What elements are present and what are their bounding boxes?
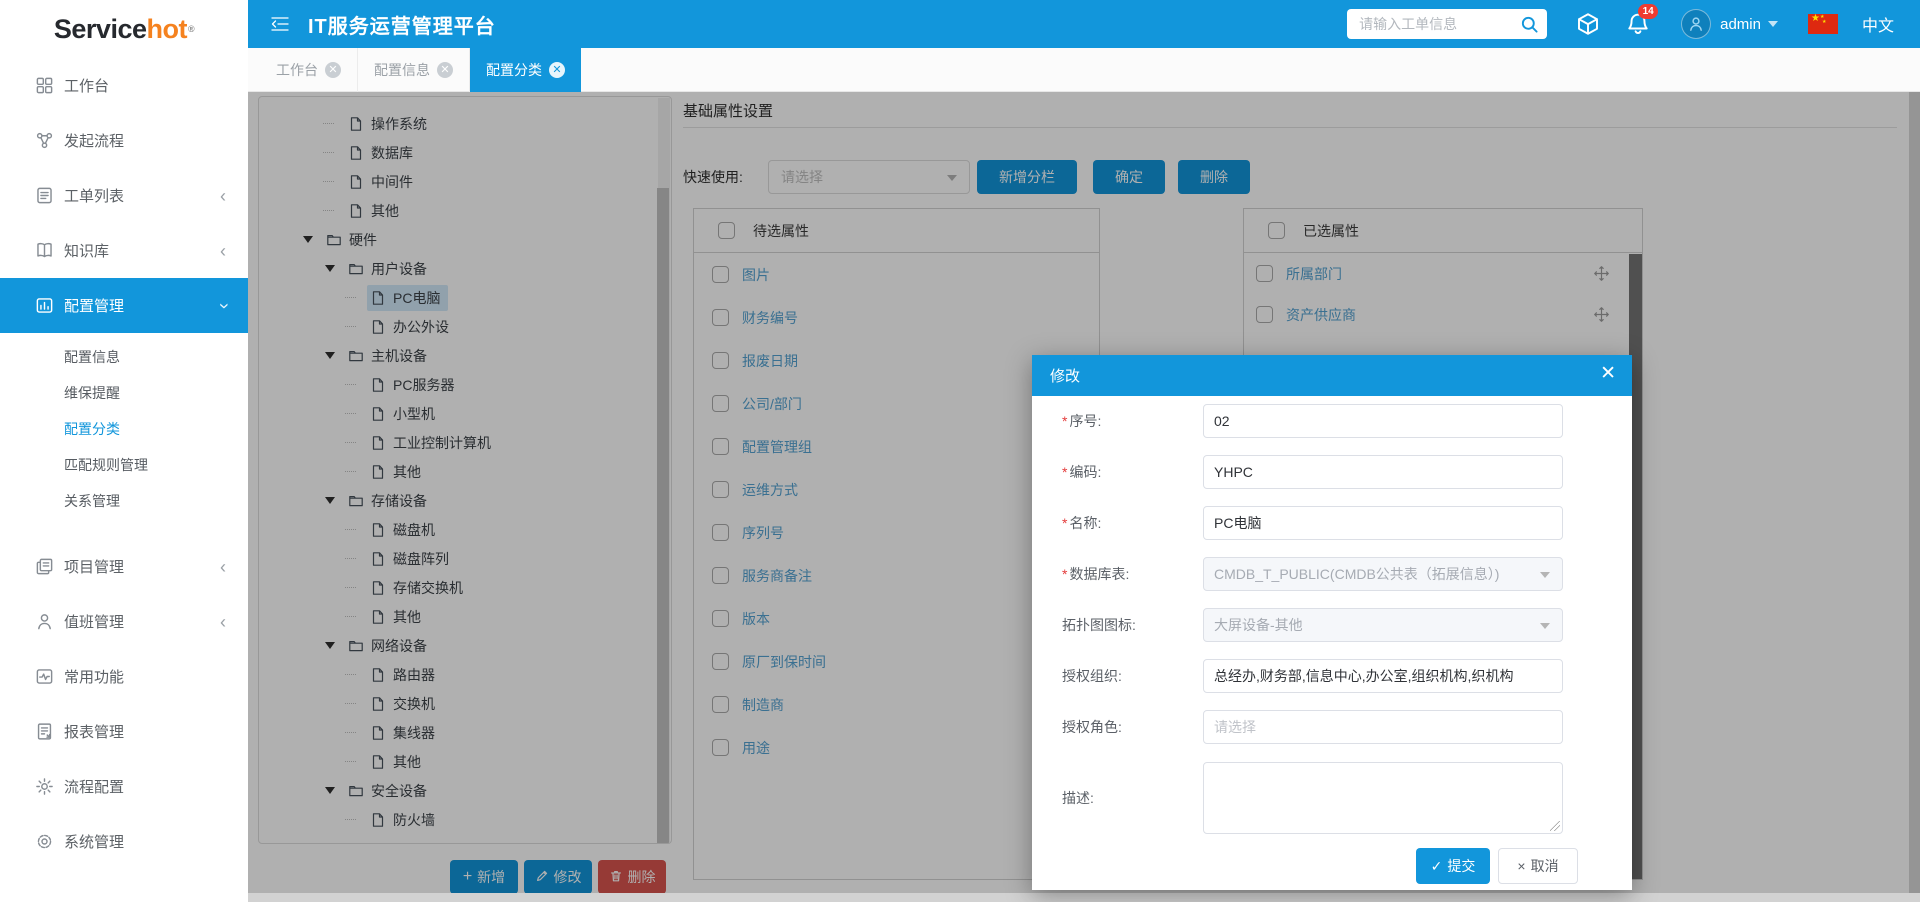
chartbox-icon (34, 296, 54, 316)
stack-icon (34, 557, 54, 577)
window-horizontal-scrollbar[interactable] (248, 893, 1920, 902)
search-icon[interactable] (1520, 15, 1539, 34)
resize-grip-icon[interactable] (1550, 821, 1560, 831)
sidebar-item-config-mgmt[interactable]: 配置管理 ‹ (0, 278, 248, 333)
modal-title: 修改 (1050, 365, 1080, 386)
tab-bar: 工作台 ✕ 配置信息 ✕ 配置分类 ✕ (248, 48, 1920, 92)
field-label: *数据库表: (1062, 557, 1200, 591)
modal-footer: ✓提交 ×取消 (1032, 848, 1632, 884)
modal-header: 修改 (1032, 355, 1632, 396)
collapse-menu-icon[interactable] (268, 12, 292, 36)
auth-org-input[interactable] (1203, 659, 1563, 693)
sidebar-item-config-category[interactable]: 配置分类 (0, 411, 248, 447)
auth-role-input[interactable] (1214, 711, 1552, 743)
topo-icon-select[interactable]: 大屏设备-其他 (1203, 608, 1563, 642)
seq-input[interactable] (1214, 405, 1552, 437)
search-input[interactable] (1359, 16, 1520, 32)
chevron-icon: ‹ (220, 558, 226, 576)
chevron-down-icon (1540, 623, 1550, 629)
registered-mark: ® (188, 24, 194, 34)
sidebar-item-config-info[interactable]: 配置信息 (0, 339, 248, 375)
name-input[interactable] (1203, 506, 1563, 540)
required-star: * (1062, 566, 1067, 582)
doclist-icon (34, 186, 54, 206)
tab-config-info[interactable]: 配置信息 ✕ (358, 48, 470, 92)
grid-icon (34, 76, 54, 96)
close-icon: × (1517, 858, 1525, 874)
language-switch[interactable]: 中文 (1862, 12, 1894, 36)
gear-icon (34, 832, 54, 852)
tab-config-category[interactable]: 配置分类 ✕ (470, 48, 581, 92)
tab-workbench[interactable]: 工作台 ✕ (260, 48, 358, 92)
avatar[interactable] (1681, 9, 1711, 39)
chevron-icon: ‹ (220, 613, 226, 631)
field-label: *名称: (1062, 506, 1200, 540)
top-header: IT服务运营管理平台 14 admin ★★★ 中文 (248, 0, 1920, 48)
pulse-icon (34, 667, 54, 687)
check-icon: ✓ (1431, 858, 1443, 875)
required-star: * (1062, 464, 1067, 480)
field-label: 授权角色: (1062, 710, 1200, 744)
required-star: * (1062, 413, 1067, 429)
china-flag-icon: ★★★ (1808, 14, 1838, 34)
sidebar-item-maintain-remind[interactable]: 维保提醒 (0, 375, 248, 411)
bell-icon[interactable]: 14 (1626, 12, 1650, 36)
user-name[interactable]: admin (1720, 16, 1761, 33)
sidebar-item-report-mgmt[interactable]: 报表管理 (0, 704, 248, 759)
tab-close-icon[interactable]: ✕ (325, 62, 341, 78)
sidebar-item-ticket-list[interactable]: 工单列表 ‹ (0, 168, 248, 223)
sidebar-nav: 工作台 发起流程 工单列表 ‹ 知识库 ‹ 配置管理 ‹ 配置信息维保提醒配置分… (0, 58, 248, 869)
chevron-icon: ‹ (220, 242, 226, 260)
person-icon (34, 612, 54, 632)
cube-icon[interactable] (1576, 12, 1600, 36)
field-label: 拓扑图图标: (1062, 608, 1200, 642)
brand-accent: hot (146, 14, 186, 45)
field-label: *序号: (1062, 404, 1200, 438)
brand-primary: Service (54, 14, 147, 45)
field-label: *编码: (1062, 455, 1200, 489)
reportdoc-icon (34, 722, 54, 742)
field-label: 描述: (1062, 762, 1200, 834)
sidebar-item-duty-mgmt[interactable]: 值班管理 ‹ (0, 594, 248, 649)
sidebar-item-workbench[interactable]: 工作台 (0, 58, 248, 113)
app-window: Servicehot® 工作台 发起流程 工单列表 ‹ 知识库 ‹ 配置管理 ‹… (0, 0, 1920, 902)
book-icon (34, 241, 54, 261)
chevron-icon: ‹ (214, 303, 232, 309)
sidebar-item-system-mgmt[interactable]: 系统管理 (0, 814, 248, 869)
name-input[interactable] (1214, 507, 1552, 539)
close-icon[interactable]: ✕ (1600, 363, 1616, 386)
caret-down-icon[interactable] (1768, 21, 1778, 27)
auth-org-input[interactable] (1214, 660, 1552, 692)
flow-icon (34, 131, 54, 151)
description-textarea[interactable] (1203, 762, 1563, 834)
sidebar-item-project-mgmt[interactable]: 项目管理 ‹ (0, 539, 248, 594)
tab-close-icon[interactable]: ✕ (549, 62, 565, 78)
sidebar-item-common-func[interactable]: 常用功能 (0, 649, 248, 704)
edit-modal: 修改 ✕ *序号: *编码: *名称: *数据库表:CMDB_T_PUBLIC(CMD… (1032, 355, 1632, 890)
code-input[interactable] (1214, 456, 1552, 488)
sidebar-item-start-flow[interactable]: 发起流程 (0, 113, 248, 168)
submit-button[interactable]: ✓提交 (1416, 848, 1490, 884)
db-table-select[interactable]: CMDB_T_PUBLIC(CMDB公共表（拓展信息）) (1203, 557, 1563, 591)
search-box (1347, 9, 1547, 39)
required-star: * (1062, 515, 1067, 531)
sidebar-item-match-rule-mgmt[interactable]: 匹配规则管理 (0, 447, 248, 483)
cancel-button[interactable]: ×取消 (1498, 848, 1578, 884)
auth-role-input[interactable] (1203, 710, 1563, 744)
notification-badge: 14 (1638, 4, 1658, 19)
sidebar-submenu: 配置信息维保提醒配置分类匹配规则管理关系管理 (0, 333, 248, 527)
seq-input[interactable] (1203, 404, 1563, 438)
field-label: 授权组织: (1062, 659, 1200, 693)
code-input[interactable] (1203, 455, 1563, 489)
sidebar-item-relation-mgmt[interactable]: 关系管理 (0, 483, 248, 519)
sidebar-item-process-config[interactable]: 流程配置 (0, 759, 248, 814)
brand-logo: Servicehot® (0, 0, 248, 58)
tab-close-icon[interactable]: ✕ (437, 62, 453, 78)
sidebar-item-knowledge-base[interactable]: 知识库 ‹ (0, 223, 248, 278)
sidebar: Servicehot® 工作台 发起流程 工单列表 ‹ 知识库 ‹ 配置管理 ‹… (0, 0, 248, 902)
page-title: IT服务运营管理平台 (308, 10, 496, 39)
gearloop-icon (34, 777, 54, 797)
chevron-icon: ‹ (220, 187, 226, 205)
chevron-down-icon (1540, 572, 1550, 578)
